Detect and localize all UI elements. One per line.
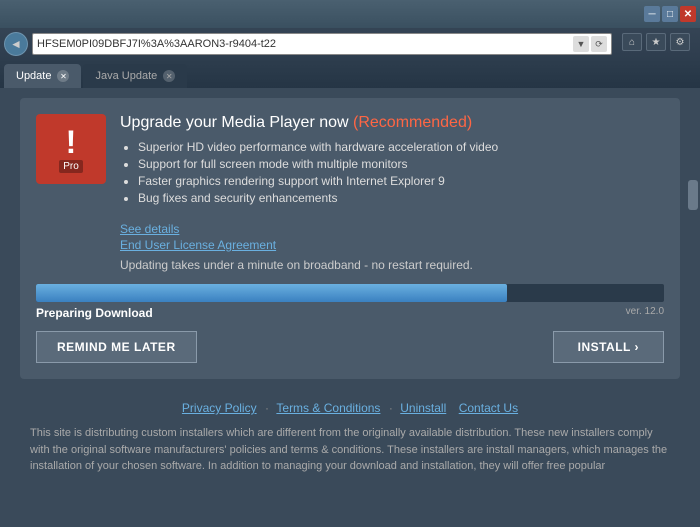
nav-bar: ◄ HFSEM0PI09DBFJ7I%3A%3AARON3-r9404-t22 … <box>0 28 700 60</box>
feature-item: Support for full screen mode with multip… <box>138 157 498 171</box>
pro-badge: Pro <box>59 160 83 173</box>
browser-action-buttons: ⌂ ★ ⚙ <box>616 33 696 55</box>
footer-area: Privacy Policy · Terms & Conditions · Un… <box>0 389 700 485</box>
remind-later-button[interactable]: REMIND ME LATER <box>36 331 197 363</box>
features-list: Superior HD video performance with hardw… <box>120 140 498 205</box>
eula-link[interactable]: End User License Agreement <box>120 238 664 252</box>
update-header: ! Pro Upgrade your Media Player now (Rec… <box>36 114 664 208</box>
action-buttons: REMIND ME LATER INSTALL › <box>36 331 664 363</box>
tab-update-label: Update <box>16 70 51 82</box>
media-player-icon: ! Pro <box>36 114 106 184</box>
scrollbar-thumb[interactable] <box>688 180 698 210</box>
install-button[interactable]: INSTALL › <box>553 331 664 363</box>
tabs-left: Update ✕ Java Update ✕ <box>0 64 700 88</box>
minimize-button[interactable]: ─ <box>644 6 660 22</box>
refresh-icon[interactable]: ⟳ <box>591 36 607 52</box>
footer-links: Privacy Policy · Terms & Conditions · Un… <box>30 399 670 417</box>
privacy-policy-link[interactable]: Privacy Policy <box>182 401 257 415</box>
maximize-button[interactable]: □ <box>662 6 678 22</box>
updating-text: Updating takes under a minute on broadba… <box>120 258 664 272</box>
favorites-button[interactable]: ★ <box>646 33 666 51</box>
feature-item: Bug fixes and security enhancements <box>138 191 498 205</box>
title-bar: ─ □ ✕ <box>0 0 700 28</box>
scrollbar[interactable] <box>686 176 700 527</box>
uninstall-link[interactable]: Uninstall <box>400 401 446 415</box>
tab-java-update[interactable]: Java Update ✕ <box>83 64 187 88</box>
address-bar[interactable]: HFSEM0PI09DBFJ7I%3A%3AARON3-r9404-t22 ▼ … <box>32 33 612 55</box>
close-button[interactable]: ✕ <box>680 6 696 22</box>
contact-link[interactable]: Contact Us <box>459 401 518 415</box>
tab-java-label: Java Update <box>95 70 157 82</box>
search-dropdown-icon[interactable]: ▼ <box>573 36 589 52</box>
settings-browser-button[interactable]: ⚙ <box>670 33 690 51</box>
address-icons: ▼ ⟳ <box>573 36 607 52</box>
progress-area: Preparing Download ver. 12.0 <box>36 284 664 317</box>
see-details-link[interactable]: See details <box>120 222 664 236</box>
exclamation-mark: ! <box>66 126 77 158</box>
feature-item: Faster graphics rendering support with I… <box>138 174 498 188</box>
terms-link[interactable]: Terms & Conditions <box>276 401 380 415</box>
footer-description: This site is distributing custom install… <box>30 425 670 475</box>
update-title: Upgrade your Media Player now (Recommend… <box>120 114 498 132</box>
tab-close-update[interactable]: ✕ <box>57 70 69 82</box>
browser-chrome: ─ □ ✕ ◄ HFSEM0PI09DBFJ7I%3A%3AARON3-r940… <box>0 0 700 60</box>
update-panel: ! Pro Upgrade your Media Player now (Rec… <box>20 98 680 379</box>
progress-bar-fill <box>36 284 507 302</box>
feature-item: Superior HD video performance with hardw… <box>138 140 498 154</box>
address-text: HFSEM0PI09DBFJ7I%3A%3AARON3-r9404-t22 <box>37 38 573 50</box>
tabs-row: Update ✕ Java Update ✕ <box>0 60 700 88</box>
content-area: ! Pro Upgrade your Media Player now (Rec… <box>0 88 700 527</box>
links-area: See details End User License Agreement U… <box>120 222 664 272</box>
tab-update[interactable]: Update ✕ <box>4 64 81 88</box>
progress-bar-container <box>36 284 664 302</box>
home-browser-button[interactable]: ⌂ <box>622 33 642 51</box>
update-info: Upgrade your Media Player now (Recommend… <box>120 114 498 208</box>
tab-close-java[interactable]: ✕ <box>163 70 175 82</box>
back-button[interactable]: ◄ <box>4 32 28 56</box>
